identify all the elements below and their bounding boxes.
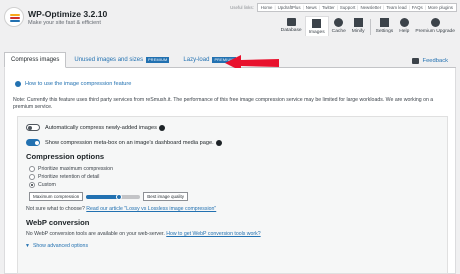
tab-unused-images[interactable]: Unused images and sizes PREMIUM xyxy=(68,53,175,67)
option-retention-detail-label: Prioritize retention of detail xyxy=(38,174,100,180)
top-navigation: Database Images Cache Minify Settings He… xyxy=(278,16,458,36)
radio-max-compression[interactable] xyxy=(29,166,35,172)
cache-icon xyxy=(334,18,344,27)
premium-icon xyxy=(430,18,440,27)
option-custom[interactable]: Custom xyxy=(29,182,56,188)
question-icon[interactable] xyxy=(158,124,165,131)
compression-options-title: Compression options xyxy=(26,152,105,161)
link-news[interactable]: News xyxy=(306,5,317,10)
compression-slider-row: Maximum compression Best image quality xyxy=(29,192,189,201)
show-advanced-options[interactable]: ▼ Show advanced options xyxy=(25,243,88,249)
nav-cache-label: Cache xyxy=(331,29,346,34)
nav-settings-label: Settings xyxy=(375,29,394,34)
compression-slider[interactable] xyxy=(86,193,141,200)
option-retention-detail[interactable]: Prioritize retention of detail xyxy=(29,174,99,180)
howto-link-label: How to use the image compression feature xyxy=(25,81,132,87)
feedback-icon xyxy=(411,58,419,64)
radio-retention-detail[interactable] xyxy=(29,174,35,180)
tab-unused-images-label: Unused images and sizes xyxy=(74,57,144,63)
best-quality-label: Best image quality xyxy=(143,192,189,201)
settings-icon xyxy=(379,18,389,27)
meta-box-row: Show compression meta-box on an image's … xyxy=(26,139,222,146)
link-support[interactable]: Support xyxy=(340,5,355,10)
nav-images[interactable]: Images xyxy=(304,16,329,36)
howto-link[interactable]: How to use the image compression feature xyxy=(15,81,131,87)
minify-icon xyxy=(353,18,363,27)
link-team-lead[interactable]: Team lead xyxy=(386,5,406,10)
option-max-compression[interactable]: Prioritize maximum compression xyxy=(29,166,113,172)
nav-minify[interactable]: Minify xyxy=(349,16,368,36)
option-custom-label: Custom xyxy=(38,182,56,188)
useful-links-label: Useful links: xyxy=(230,5,254,10)
nav-divider xyxy=(369,19,371,35)
webp-tools-link[interactable]: How to get WebP conversion tools work? xyxy=(166,231,260,237)
link-newsletter[interactable]: Newsletter xyxy=(360,5,381,10)
compression-settings: Automatically compress newly-added image… xyxy=(17,116,448,274)
feedback-label: Feedback xyxy=(422,58,448,64)
question-icon[interactable] xyxy=(215,139,222,146)
option-max-compression-label: Prioritize maximum compression xyxy=(38,166,113,172)
plugin-title: WP-Optimize 3.2.10 xyxy=(28,8,108,19)
auto-compress-row: Automatically compress newly-added image… xyxy=(26,124,165,131)
slider-handle[interactable] xyxy=(115,193,122,200)
help-icon xyxy=(399,18,409,27)
link-faqs[interactable]: FAQs xyxy=(412,5,423,10)
database-icon xyxy=(286,18,296,26)
meta-box-label: Show compression meta-box on an image's … xyxy=(45,139,214,146)
nav-help-label: Help xyxy=(399,29,410,34)
service-note: Note: Currently this feature uses third … xyxy=(13,97,434,111)
lossy-article-link[interactable]: Read our article "Lossy vs Lossless imag… xyxy=(86,206,216,212)
link-updraftplus[interactable]: UpdraftPlus xyxy=(278,5,301,10)
wp-optimize-logo xyxy=(4,7,24,27)
question-icon xyxy=(15,81,21,87)
brand-header: WP-Optimize 3.2.10 Make your site fast &… xyxy=(4,7,107,27)
webp-title: WebP conversion xyxy=(26,218,90,227)
webp-info-text: No WebP conversion tools are available o… xyxy=(26,231,165,237)
image-icon xyxy=(312,19,322,28)
nav-help[interactable]: Help xyxy=(396,16,412,36)
nav-premium-upgrade[interactable]: Premium Upgrade xyxy=(412,16,458,36)
plugin-tagline: Make your site fast & efficient xyxy=(28,19,101,26)
link-twitter[interactable]: Twitter xyxy=(322,5,335,10)
auto-compress-label: Automatically compress newly-added image… xyxy=(45,124,157,131)
premium-badge: PREMIUM xyxy=(146,57,170,63)
nav-cache[interactable]: Cache xyxy=(329,16,349,36)
meta-box-toggle[interactable] xyxy=(26,139,40,146)
tab-compress-images[interactable]: Compress images xyxy=(4,52,67,68)
feedback-link[interactable]: Feedback xyxy=(411,58,448,64)
nav-minify-label: Minify xyxy=(351,29,365,34)
choose-help: Not sure what to choose? Read our articl… xyxy=(26,206,216,212)
tab-compress-images-label: Compress images xyxy=(11,57,60,63)
choose-help-text: Not sure what to choose? xyxy=(26,206,85,212)
tab-lazy-load-label: Lazy-load xyxy=(183,57,210,63)
radio-custom[interactable] xyxy=(29,182,35,188)
max-compression-label: Maximum compression xyxy=(29,192,84,201)
webp-info: No WebP conversion tools are available o… xyxy=(26,231,261,237)
link-more-plugins[interactable]: More plugins xyxy=(428,5,453,10)
nav-premium-label: Premium Upgrade xyxy=(415,29,455,34)
useful-links: Useful links: Home | UpdraftPlus | News | T… xyxy=(230,3,457,12)
nav-settings[interactable]: Settings xyxy=(373,16,397,36)
auto-compress-toggle[interactable] xyxy=(26,124,40,131)
chevron-down-icon: ▼ xyxy=(25,243,30,249)
nav-images-label: Images xyxy=(308,30,325,35)
nav-database[interactable]: Database xyxy=(278,16,305,36)
nav-database-label: Database xyxy=(280,28,302,33)
compress-images-panel: How to use the image compression feature… xyxy=(4,68,456,274)
useful-links-bar: Home | UpdraftPlus | News | Twitter | Suppor… xyxy=(256,3,457,12)
show-advanced-label: Show advanced options xyxy=(32,243,89,249)
link-home[interactable]: Home xyxy=(261,5,273,10)
